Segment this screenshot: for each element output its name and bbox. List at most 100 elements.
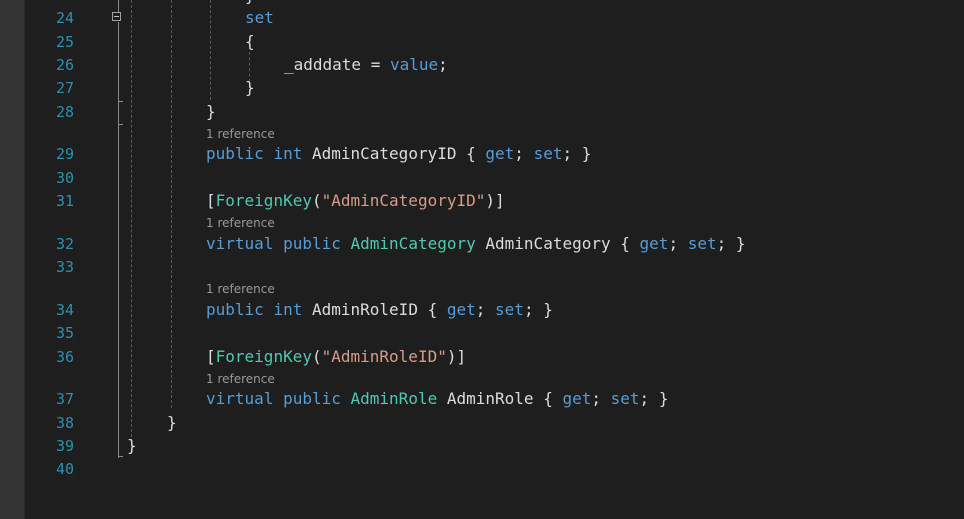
code-line-23-brace: } xyxy=(245,0,255,6)
close-brace: } xyxy=(206,102,216,121)
keyword-public: public xyxy=(283,389,341,408)
property-name: AdminCategoryID xyxy=(311,144,457,163)
keyword-int: int xyxy=(273,300,303,319)
line-number-26: 26 xyxy=(55,56,74,74)
open-paren: ( xyxy=(311,347,322,366)
semicolon: ; xyxy=(591,389,611,408)
open-brace: { xyxy=(610,234,640,253)
keyword-set: set xyxy=(610,389,640,408)
attribute-name: ForeignKey xyxy=(215,347,312,366)
line-number-39: 39 xyxy=(55,437,74,455)
indent-guide xyxy=(131,0,132,452)
keyword-get: get xyxy=(485,144,515,163)
keyword-get: get xyxy=(562,389,592,408)
keyword-public: public xyxy=(206,300,264,319)
line-number-36: 36 xyxy=(55,348,74,366)
line-number-25: 25 xyxy=(55,33,74,51)
open-brace: { xyxy=(533,389,563,408)
semicolon: ; xyxy=(514,144,534,163)
keyword-set: set xyxy=(533,144,563,163)
code-line-29: public int AdminCategoryID { get; set; } xyxy=(206,144,591,164)
keyword-virtual: virtual xyxy=(206,389,274,408)
open-paren: ( xyxy=(311,191,322,210)
codelens-references[interactable]: 1 reference xyxy=(206,282,275,296)
codelens-references[interactable]: 1 reference xyxy=(206,127,275,141)
outline-line xyxy=(118,22,119,458)
indent-guide xyxy=(171,0,172,408)
editor-left-margin xyxy=(0,0,25,519)
line-number-40: 40 xyxy=(55,460,74,478)
keyword-int: int xyxy=(273,144,303,163)
property-name: AdminRole xyxy=(446,389,534,408)
code-line-25: { xyxy=(245,32,255,52)
open-brace: { xyxy=(245,32,255,51)
line-number-24: 24 xyxy=(55,9,74,27)
code-line-34: public int AdminRoleID { get; set; } xyxy=(206,300,553,320)
code-line-24: set xyxy=(245,8,274,28)
code-line-26: _adddate = value; xyxy=(284,55,448,75)
keyword-set: set xyxy=(687,234,717,253)
close-brace: ; } xyxy=(523,300,553,319)
line-number-31: 31 xyxy=(55,192,74,210)
collapse-icon[interactable] xyxy=(112,12,121,21)
semicolon: ; xyxy=(438,55,448,74)
string-literal: "AdminRoleID" xyxy=(321,347,447,366)
line-number-38: 38 xyxy=(55,414,74,432)
attribute-close: )] xyxy=(485,191,505,210)
code-line-36: [ForeignKey("AdminRoleID")] xyxy=(206,347,466,367)
type-name: AdminRole xyxy=(350,389,438,408)
outline-end-tick xyxy=(118,450,123,457)
indent-guide xyxy=(210,0,211,100)
property-name: AdminRoleID xyxy=(311,300,418,319)
code-line-32: virtual public AdminCategory AdminCatego… xyxy=(206,234,746,254)
code-line-28: } xyxy=(206,102,216,122)
keyword-public: public xyxy=(206,144,264,163)
line-number-30: 30 xyxy=(55,169,74,187)
line-number-37: 37 xyxy=(55,390,74,408)
code-line-27: } xyxy=(245,78,255,98)
line-number-28: 28 xyxy=(55,103,74,121)
property-name: AdminCategory xyxy=(485,234,611,253)
semicolon: ; xyxy=(668,234,688,253)
line-number-29: 29 xyxy=(55,145,74,163)
keyword-value: value xyxy=(389,55,439,74)
line-number-32: 32 xyxy=(55,235,74,253)
attribute-open: [ xyxy=(206,347,216,366)
semicolon: ; xyxy=(475,300,496,319)
close-brace: ; } xyxy=(639,389,669,408)
outline-end-tick xyxy=(118,95,123,102)
codelens-references[interactable]: 1 reference xyxy=(206,372,275,386)
keyword-virtual: virtual xyxy=(206,234,274,253)
keyword-set: set xyxy=(245,8,274,27)
keyword-set: set xyxy=(495,300,524,319)
margin-edge xyxy=(24,0,25,519)
close-brace: ; } xyxy=(716,234,746,253)
open-brace: { xyxy=(456,144,486,163)
attribute-name: ForeignKey xyxy=(215,191,312,210)
line-number-34: 34 xyxy=(55,301,74,319)
outline-line-top xyxy=(118,0,119,12)
outline-end-tick xyxy=(118,118,123,125)
open-brace: { xyxy=(417,300,447,319)
close-brace: } xyxy=(127,436,137,455)
keyword-public: public xyxy=(283,234,341,253)
attribute-close: )] xyxy=(446,347,467,366)
close-brace: ; } xyxy=(562,144,592,163)
field-name: _adddate xyxy=(284,55,362,74)
type-name: AdminCategory xyxy=(350,234,476,253)
code-line-38: } xyxy=(167,413,177,433)
close-brace: } xyxy=(167,413,177,432)
code-line-39: } xyxy=(127,436,137,456)
line-number-27: 27 xyxy=(55,79,74,97)
attribute-open: [ xyxy=(206,191,216,210)
code-line-31: [ForeignKey("AdminCategoryID")] xyxy=(206,191,505,211)
assign-operator: = xyxy=(361,55,390,74)
keyword-get: get xyxy=(639,234,669,253)
codelens-references[interactable]: 1 reference xyxy=(206,216,275,230)
line-number-35: 35 xyxy=(55,324,74,342)
code-line-37: virtual public AdminRole AdminRole { get… xyxy=(206,389,668,409)
close-brace: } xyxy=(245,78,255,97)
string-literal: "AdminCategoryID" xyxy=(321,191,486,210)
keyword-get: get xyxy=(446,300,476,319)
line-number-33: 33 xyxy=(55,258,74,276)
